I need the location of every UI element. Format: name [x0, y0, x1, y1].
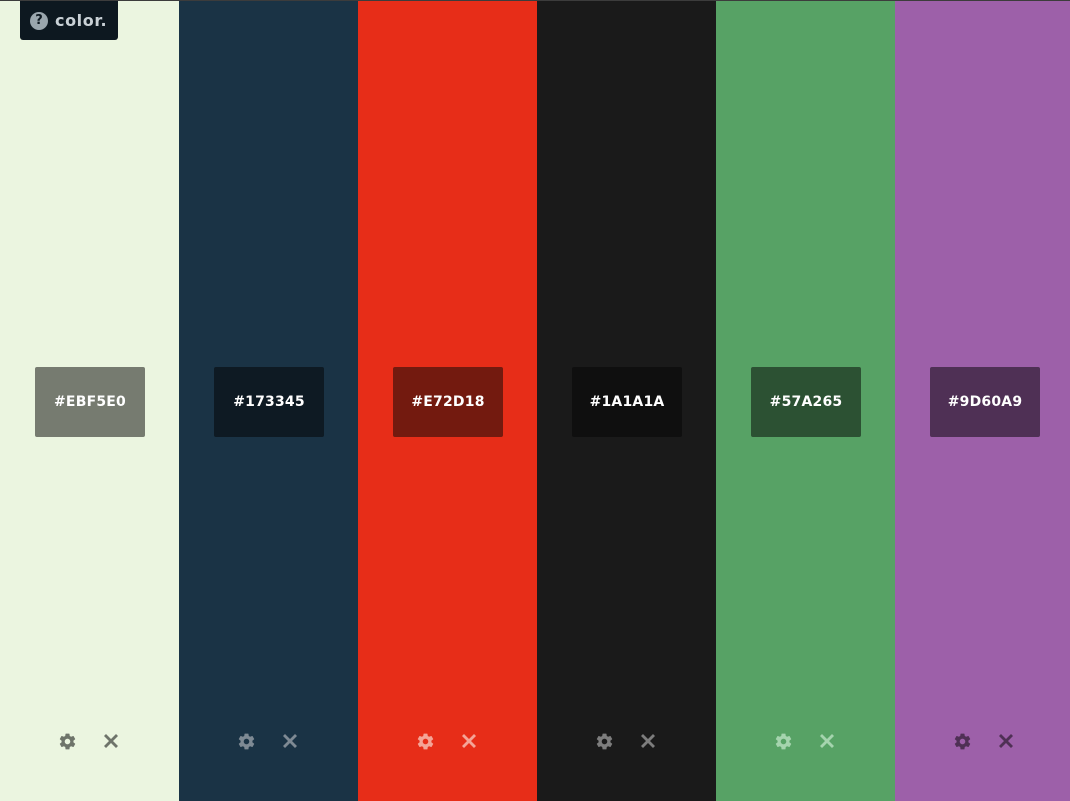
color-column-5[interactable]: #57A265 [716, 1, 895, 801]
remove-button[interactable] [817, 731, 837, 751]
remove-button[interactable] [101, 731, 121, 751]
hex-code-label: #E72D18 [411, 394, 485, 410]
column-actions [236, 731, 300, 751]
settings-button[interactable] [415, 731, 435, 751]
app-logo-button[interactable]: ? color. [20, 1, 118, 40]
close-icon [820, 734, 834, 748]
column-actions [594, 731, 658, 751]
column-actions [773, 731, 837, 751]
close-icon [999, 734, 1013, 748]
app-logo-text: color. [55, 11, 108, 30]
hex-code-box[interactable]: #173345 [214, 367, 324, 437]
gear-icon [775, 733, 791, 749]
remove-button[interactable] [459, 731, 479, 751]
hex-code-label: #57A265 [769, 394, 843, 410]
settings-button[interactable] [57, 731, 77, 751]
gear-icon [596, 733, 612, 749]
remove-button[interactable] [996, 731, 1016, 751]
column-actions [952, 731, 1016, 751]
hex-code-box[interactable]: #E72D18 [393, 367, 503, 437]
gear-icon [954, 733, 970, 749]
hex-code-label: #1A1A1A [589, 394, 665, 410]
column-actions [57, 731, 121, 751]
remove-button[interactable] [638, 731, 658, 751]
gear-icon [59, 733, 75, 749]
hex-code-box[interactable]: #1A1A1A [572, 367, 682, 437]
hex-code-label: #EBF5E0 [54, 394, 126, 410]
hex-code-box[interactable]: #EBF5E0 [35, 367, 145, 437]
color-column-6[interactable]: #9D60A9 [895, 1, 1070, 801]
color-column-4[interactable]: #1A1A1A [537, 1, 716, 801]
gear-icon [238, 733, 254, 749]
close-icon [104, 734, 118, 748]
color-column-2[interactable]: #173345 [179, 1, 358, 801]
close-icon [462, 734, 476, 748]
hex-code-label: #173345 [233, 394, 305, 410]
hex-code-box[interactable]: #57A265 [751, 367, 861, 437]
color-column-1[interactable]: #EBF5E0 [0, 1, 179, 801]
palette-app: ? color. #EBF5E0 #173345 #E72D18 #1A1A1A… [0, 0, 1070, 801]
help-icon: ? [30, 11, 48, 30]
settings-button[interactable] [952, 731, 972, 751]
gear-icon [417, 733, 433, 749]
close-icon [641, 734, 655, 748]
swatch-columns: #EBF5E0 #173345 #E72D18 #1A1A1A #57A265 … [0, 1, 1070, 801]
hex-code-box[interactable]: #9D60A9 [930, 367, 1040, 437]
settings-button[interactable] [236, 731, 256, 751]
hex-code-label: #9D60A9 [947, 394, 1023, 410]
settings-button[interactable] [773, 731, 793, 751]
settings-button[interactable] [594, 731, 614, 751]
color-column-3[interactable]: #E72D18 [358, 1, 537, 801]
column-actions [415, 731, 479, 751]
remove-button[interactable] [280, 731, 300, 751]
close-icon [283, 734, 297, 748]
